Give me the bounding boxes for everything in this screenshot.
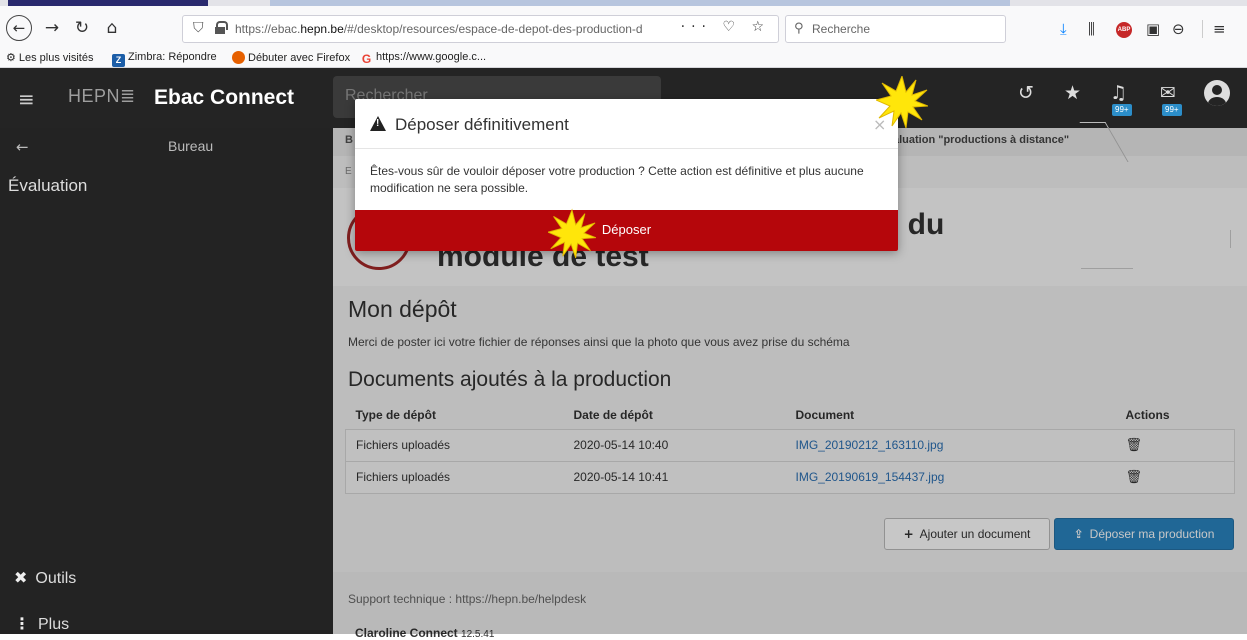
browser-chrome: ← → ↻ ⌂ ⛉ https://ebac.hepn.be/#/desktop… <box>0 0 1247 68</box>
account-icon[interactable]: ⊖ <box>1172 20 1185 38</box>
confirm-modal: Déposer définitivement × Êtes-vous sûr d… <box>355 99 898 251</box>
bookmark-firefox[interactable]: Débuter avec Firefox <box>232 51 350 64</box>
sidebar-item-tools[interactable]: ✖ Outils <box>14 568 76 588</box>
bookmarks-bar: ⚙ Les plus visités Z Zimbra: Répondre Débu… <box>0 48 1247 68</box>
firefox-icon <box>232 51 245 64</box>
back-arrow-icon[interactable]: ← <box>6 15 32 41</box>
click-marker-icon <box>548 208 596 259</box>
sidebar-desktop-link[interactable]: Bureau <box>168 138 213 154</box>
sidebar: ← Bureau Évaluation ✖ Outils ⋮ Plus <box>0 128 333 634</box>
download-icon[interactable]: ⤓ <box>1060 20 1067 38</box>
back-arrow-icon[interactable]: ← <box>16 138 29 156</box>
reader-view-icon[interactable]: ▣ <box>1146 20 1160 38</box>
history-icon[interactable]: ↺ <box>1018 82 1034 104</box>
confirm-submit-button[interactable]: Déposer <box>355 210 898 251</box>
zimbra-icon: Z <box>112 54 125 67</box>
home-icon[interactable]: ⌂ <box>100 16 124 40</box>
sidebar-item-more[interactable]: ⋮ Plus <box>14 614 69 634</box>
modal-title: Déposer définitivement <box>395 115 569 134</box>
tracking-shield-icon[interactable]: ⛉ <box>193 20 204 36</box>
user-avatar-icon[interactable] <box>1204 80 1230 106</box>
messages-badge: 99+ <box>1162 104 1182 116</box>
notifications-badge: 99+ <box>1112 104 1132 116</box>
sidebar-section-title: Évaluation <box>8 176 88 195</box>
vertical-dots-icon: ⋮ <box>14 614 30 633</box>
browser-search-input[interactable]: ⚲ Recherche <box>785 15 1006 43</box>
hamburger-icon[interactable]: ≡ <box>18 87 35 111</box>
click-marker-icon <box>876 76 928 128</box>
favorites-star-icon[interactable]: ★ <box>1064 82 1081 104</box>
page-actions-icon[interactable]: ··· ♡ ☆ <box>681 19 770 35</box>
forward-arrow-icon[interactable]: → <box>40 16 64 40</box>
url-text[interactable]: https://ebac.hepn.be/#/desktop/resources… <box>235 22 675 36</box>
warning-icon <box>370 116 386 131</box>
gear-icon: ⚙ <box>6 51 16 64</box>
browser-navbar: ← → ↻ ⌂ ⛉ https://ebac.hepn.be/#/desktop… <box>0 12 1247 48</box>
tab-strip <box>0 0 1247 6</box>
adblock-icon[interactable]: ABP <box>1116 22 1132 38</box>
tools-icon: ✖ <box>14 568 28 587</box>
google-icon: G <box>361 52 372 66</box>
modal-message: Êtes-vous sûr de vouloir déposer votre p… <box>370 164 864 195</box>
menu-icon[interactable]: ≡ <box>1202 20 1226 38</box>
tab-other[interactable] <box>270 0 1010 6</box>
url-bar[interactable]: ⛉ https://ebac.hepn.be/#/desktop/resourc… <box>182 15 779 43</box>
search-icon: ⚲ <box>794 21 804 36</box>
hepn-logo[interactable]: HEPN≣ <box>68 86 136 107</box>
bookmark-most-visited[interactable]: ⚙ Les plus visités <box>6 51 93 64</box>
lock-icon[interactable] <box>215 21 228 34</box>
brand-name[interactable]: Ebac Connect <box>154 86 294 110</box>
bookmark-google[interactable]: Ghttps://www.google.c... <box>360 51 486 66</box>
modal-header: Déposer définitivement × <box>355 99 898 149</box>
library-icon[interactable]: ⫼ <box>1088 20 1095 38</box>
notifications-bell-icon[interactable]: ♫ <box>1110 82 1127 104</box>
messages-envelope-icon[interactable]: ✉ <box>1160 82 1176 104</box>
bookmark-zimbra[interactable]: Z Zimbra: Répondre <box>112 51 217 67</box>
reload-icon[interactable]: ↻ <box>70 16 94 40</box>
tab-active[interactable] <box>8 0 208 6</box>
